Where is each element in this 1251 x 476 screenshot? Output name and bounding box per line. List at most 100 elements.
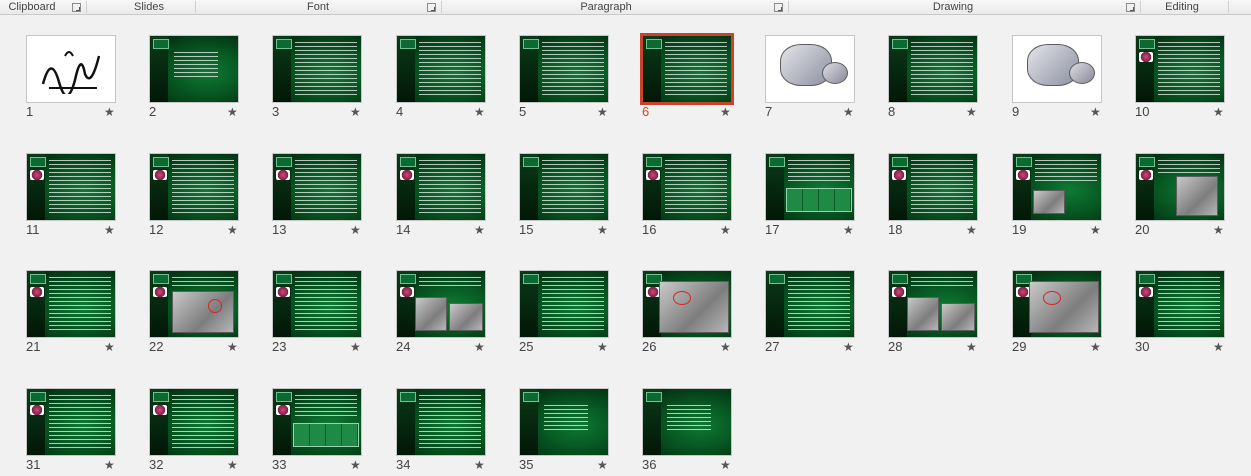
animation-star-icon[interactable]: ★	[843, 105, 854, 119]
slide-thumbnail[interactable]: 15 ★	[517, 151, 627, 241]
animation-star-icon[interactable]: ★	[966, 223, 977, 237]
animation-star-icon[interactable]: ★	[720, 458, 731, 472]
slide-thumbnail[interactable]: 27 ★	[763, 268, 873, 358]
animation-star-icon[interactable]: ★	[350, 223, 361, 237]
animation-star-icon[interactable]: ★	[474, 340, 485, 354]
slide-thumbnail[interactable]: 35 ★	[517, 386, 627, 476]
animation-star-icon[interactable]: ★	[720, 223, 731, 237]
slide-thumbnail[interactable]: 7 ★	[763, 33, 873, 123]
animation-star-icon[interactable]: ★	[966, 105, 977, 119]
slide-thumbnail[interactable]: 30 ★	[1133, 268, 1243, 358]
drawing-dialog-launcher-icon[interactable]	[1126, 3, 1135, 12]
animation-star-icon[interactable]: ★	[843, 223, 854, 237]
slide-preview[interactable]	[26, 270, 116, 338]
font-dialog-launcher-icon[interactable]	[427, 3, 436, 12]
animation-star-icon[interactable]: ★	[227, 340, 238, 354]
slide-thumbnail[interactable]: 4 ★	[394, 33, 504, 123]
slide-sorter-view[interactable]: 1 ★ 2 ★ 3 ★ 4 ★ 5 ★ 6 ★ 7 ★ 8 ★ 9 ★ 10 ★ 11 ★ 12 ★ 13 ★ 14 ★ 15 ★ 16 ★ 1…	[0, 15, 1251, 473]
slide-thumbnail[interactable]: 31 ★	[24, 386, 134, 476]
slide-preview[interactable]	[26, 388, 116, 456]
slide-thumbnail[interactable]: 24 ★	[394, 268, 504, 358]
slide-thumbnail[interactable]: 17 ★	[763, 151, 873, 241]
slide-preview[interactable]	[272, 270, 362, 338]
slide-preview[interactable]	[272, 388, 362, 456]
animation-star-icon[interactable]: ★	[104, 458, 115, 472]
slide-thumbnail[interactable]: 34 ★	[394, 386, 504, 476]
animation-star-icon[interactable]: ★	[1213, 105, 1224, 119]
slide-thumbnail[interactable]: 36 ★	[640, 386, 750, 476]
animation-star-icon[interactable]: ★	[1213, 223, 1224, 237]
slide-thumbnail[interactable]: 22 ★	[147, 268, 257, 358]
slide-thumbnail[interactable]: 20 ★	[1133, 151, 1243, 241]
slide-thumbnail[interactable]: 28 ★	[886, 268, 996, 358]
slide-preview[interactable]	[1012, 153, 1102, 221]
slide-thumbnail[interactable]: 32 ★	[147, 386, 257, 476]
slide-thumbnail[interactable]: 6 ★	[640, 33, 750, 123]
slide-preview[interactable]	[149, 270, 239, 338]
animation-star-icon[interactable]: ★	[966, 340, 977, 354]
animation-star-icon[interactable]: ★	[227, 105, 238, 119]
animation-star-icon[interactable]: ★	[597, 105, 608, 119]
slide-thumbnail[interactable]: 3 ★	[270, 33, 380, 123]
slide-preview[interactable]	[396, 388, 486, 456]
slide-thumbnail[interactable]: 16 ★	[640, 151, 750, 241]
slide-thumbnail[interactable]: 5 ★	[517, 33, 627, 123]
slide-thumbnail[interactable]: 19 ★	[1010, 151, 1120, 241]
slide-preview[interactable]	[640, 33, 734, 105]
animation-star-icon[interactable]: ★	[474, 105, 485, 119]
slide-preview[interactable]	[396, 153, 486, 221]
animation-star-icon[interactable]: ★	[720, 340, 731, 354]
animation-star-icon[interactable]: ★	[843, 340, 854, 354]
slide-preview[interactable]	[519, 153, 609, 221]
slide-thumbnail[interactable]: 13 ★	[270, 151, 380, 241]
slide-thumbnail[interactable]: 12 ★	[147, 151, 257, 241]
paragraph-dialog-launcher-icon[interactable]	[774, 3, 783, 12]
slide-preview[interactable]	[272, 153, 362, 221]
animation-star-icon[interactable]: ★	[597, 223, 608, 237]
animation-star-icon[interactable]: ★	[720, 105, 731, 119]
slide-preview[interactable]	[888, 35, 978, 103]
slide-preview[interactable]	[642, 270, 732, 338]
slide-thumbnail[interactable]: 23 ★	[270, 268, 380, 358]
animation-star-icon[interactable]: ★	[1090, 105, 1101, 119]
slide-preview[interactable]	[149, 35, 239, 103]
slide-preview[interactable]	[1135, 35, 1225, 103]
slide-preview[interactable]	[1135, 270, 1225, 338]
slide-preview[interactable]	[642, 153, 732, 221]
animation-star-icon[interactable]: ★	[104, 223, 115, 237]
slide-preview[interactable]	[272, 35, 362, 103]
slide-thumbnail[interactable]: 21 ★	[24, 268, 134, 358]
slide-preview[interactable]	[765, 35, 855, 103]
slide-preview[interactable]	[519, 388, 609, 456]
slide-thumbnail[interactable]: 14 ★	[394, 151, 504, 241]
animation-star-icon[interactable]: ★	[350, 340, 361, 354]
slide-preview[interactable]	[149, 388, 239, 456]
slide-preview[interactable]	[888, 270, 978, 338]
slide-thumbnail[interactable]: 8 ★	[886, 33, 996, 123]
slide-preview[interactable]	[26, 153, 116, 221]
animation-star-icon[interactable]: ★	[1090, 340, 1101, 354]
animation-star-icon[interactable]: ★	[474, 458, 485, 472]
slide-preview[interactable]	[1012, 35, 1102, 103]
animation-star-icon[interactable]: ★	[1090, 223, 1101, 237]
slide-thumbnail[interactable]: 18 ★	[886, 151, 996, 241]
slide-thumbnail[interactable]: 2 ★	[147, 33, 257, 123]
slide-preview[interactable]	[519, 35, 609, 103]
slide-preview[interactable]	[1012, 270, 1102, 338]
animation-star-icon[interactable]: ★	[597, 340, 608, 354]
animation-star-icon[interactable]: ★	[1213, 340, 1224, 354]
slide-preview[interactable]	[519, 270, 609, 338]
animation-star-icon[interactable]: ★	[104, 340, 115, 354]
animation-star-icon[interactable]: ★	[474, 223, 485, 237]
animation-star-icon[interactable]: ★	[350, 458, 361, 472]
slide-preview[interactable]	[396, 35, 486, 103]
animation-star-icon[interactable]: ★	[227, 223, 238, 237]
slide-thumbnail[interactable]: 33 ★	[270, 386, 380, 476]
slide-preview[interactable]	[765, 153, 855, 221]
slide-preview[interactable]	[642, 388, 732, 456]
slide-preview[interactable]	[396, 270, 486, 338]
slide-thumbnail[interactable]: 10 ★	[1133, 33, 1243, 123]
slide-thumbnail[interactable]: 29 ★	[1010, 268, 1120, 358]
slide-preview[interactable]	[888, 153, 978, 221]
slide-preview[interactable]	[1135, 153, 1225, 221]
